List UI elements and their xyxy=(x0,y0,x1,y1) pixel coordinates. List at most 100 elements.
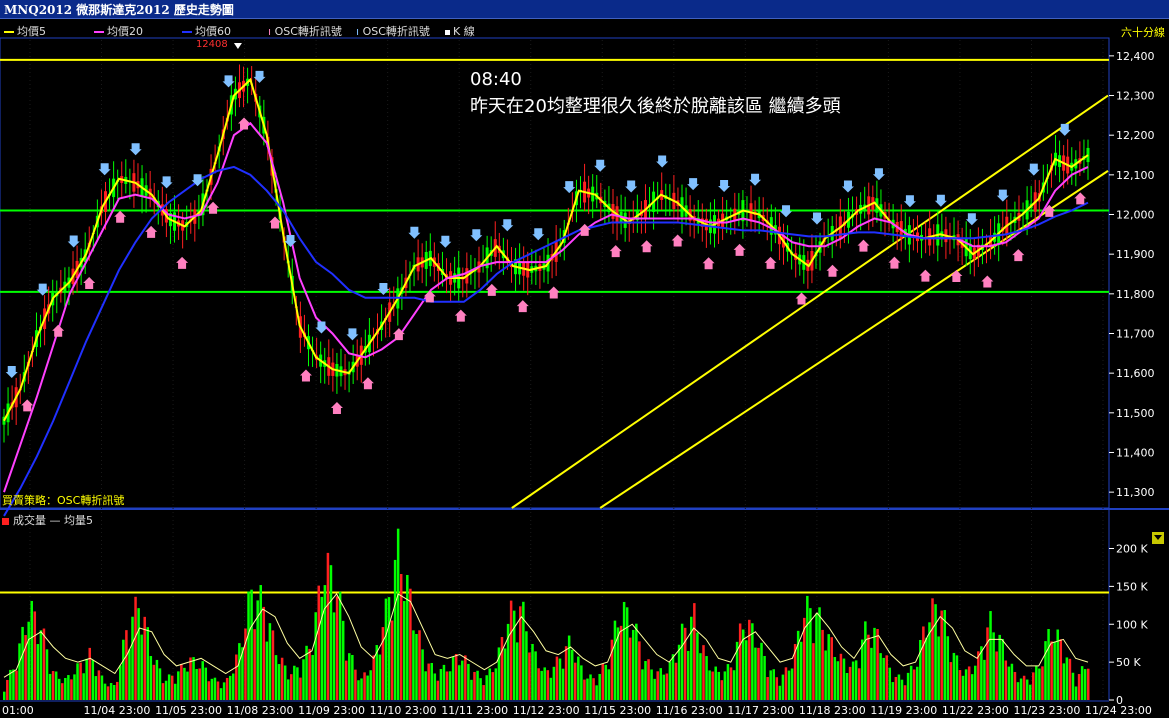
volume-bar xyxy=(900,679,904,700)
osc-up-arrow-icon xyxy=(330,401,343,414)
volume-bar xyxy=(668,661,672,700)
osc-up-arrow-icon xyxy=(857,239,870,252)
volume-legend-label: 成交量 xyxy=(13,514,46,527)
volume-bar xyxy=(641,669,644,700)
osc-up-arrow-icon xyxy=(516,300,529,313)
volume-bar xyxy=(415,633,418,700)
volume-ytick-label: 200 K xyxy=(1116,543,1148,556)
volume-bar xyxy=(91,659,95,700)
volume-bar xyxy=(418,630,421,700)
osc-up-arrow-icon xyxy=(950,269,963,282)
volume-bar xyxy=(720,680,724,700)
osc-up-arrow-icon xyxy=(733,243,746,256)
volume-bar xyxy=(848,666,852,700)
volume-bar xyxy=(986,627,989,700)
volume-bar xyxy=(1077,673,1081,700)
volume-bar xyxy=(650,669,653,700)
volume-bar xyxy=(628,637,632,700)
volume-bar xyxy=(799,641,803,700)
volume-bar xyxy=(369,670,372,700)
volume-bar xyxy=(784,667,788,700)
volume-bar xyxy=(445,671,449,700)
osc-down-arrow-icon xyxy=(780,205,793,218)
volume-bar xyxy=(219,688,223,700)
volume-bar xyxy=(656,671,659,700)
volume-bar xyxy=(216,681,220,700)
volume-bar xyxy=(204,667,208,700)
volume-bar xyxy=(329,565,333,700)
osc-up-arrow-icon xyxy=(702,257,715,270)
volume-bar xyxy=(1074,686,1078,700)
volume-bar xyxy=(103,683,107,700)
volume-bar xyxy=(390,620,394,700)
volume-bar xyxy=(696,632,699,700)
volume-bar xyxy=(396,528,400,700)
volume-bar xyxy=(522,601,525,700)
volume-bar xyxy=(378,654,382,700)
volume-bar xyxy=(998,634,1001,700)
volume-bar xyxy=(341,620,345,700)
price-ytick-label: 11,800 xyxy=(1116,288,1155,301)
volume-bar xyxy=(186,671,189,700)
osc-up-arrow-icon xyxy=(114,210,127,223)
price-ytick-label: 11,300 xyxy=(1116,486,1155,499)
osc-down-arrow-icon xyxy=(749,173,762,186)
volume-bar xyxy=(259,585,262,700)
volume-bar xyxy=(745,640,748,700)
volume-bar xyxy=(662,674,666,700)
xtick-label: 11/05 23:00 xyxy=(155,704,222,717)
volume-bar xyxy=(717,671,721,700)
volume-bar xyxy=(760,642,763,700)
volume-bar xyxy=(177,671,180,700)
volume-bar xyxy=(448,671,452,700)
xtick-label: 11/18 23:00 xyxy=(799,704,866,717)
volume-bar xyxy=(167,674,171,700)
volume-bar xyxy=(598,673,601,700)
volume-bar xyxy=(567,635,571,700)
xtick-label: 11/11 23:00 xyxy=(441,704,508,717)
volume-bar xyxy=(238,643,241,700)
volume-bar xyxy=(265,641,269,700)
volume-bar xyxy=(583,679,586,700)
scroll-down-button[interactable] xyxy=(1152,532,1164,544)
osc-down-arrow-icon xyxy=(315,321,328,334)
volume-bar xyxy=(1028,684,1032,700)
volume-bar xyxy=(842,658,846,700)
volume-bar xyxy=(119,665,122,700)
volume-bar xyxy=(409,588,412,700)
volume-bar xyxy=(812,643,815,700)
xtick-label: 11/23 23:00 xyxy=(1013,704,1080,717)
volume-bar xyxy=(543,667,546,700)
volume-bar xyxy=(357,680,360,700)
volume-bar xyxy=(451,656,455,700)
volume-bar xyxy=(864,621,867,700)
price-ytick-label: 12,000 xyxy=(1116,209,1155,222)
osc-down-arrow-icon xyxy=(718,179,731,192)
volume-bar xyxy=(183,667,186,700)
volume-bar xyxy=(922,626,925,700)
osc-down-arrow-icon xyxy=(872,168,885,181)
volume-bar xyxy=(861,639,864,700)
volume-bar xyxy=(88,647,91,700)
volume-bar xyxy=(946,636,950,700)
volume-bar xyxy=(824,650,827,700)
volume-bar xyxy=(1047,629,1050,700)
chart-annotation: 08:40 昨天在20均整理很久後終於脫離該區 繼續多頭 xyxy=(470,66,841,120)
volume-bar xyxy=(876,629,879,700)
volume-bar xyxy=(879,653,882,700)
volume-bar xyxy=(952,652,956,700)
volume-bar xyxy=(970,674,974,700)
xtick-label: 11/19 23:00 xyxy=(870,704,937,717)
volume-bar xyxy=(360,678,363,700)
volume-bar xyxy=(775,677,779,700)
xtick-label: 11/04 23:00 xyxy=(84,704,151,717)
volume-bar xyxy=(549,677,553,700)
volume-bar xyxy=(894,676,898,700)
osc-down-arrow-icon xyxy=(563,181,576,194)
volume-bar xyxy=(42,628,46,700)
volume-bar xyxy=(732,670,736,700)
osc-down-arrow-icon xyxy=(129,143,142,156)
volume-bar xyxy=(1087,668,1090,700)
volume-bar xyxy=(778,685,782,700)
volume-bar xyxy=(534,651,537,700)
